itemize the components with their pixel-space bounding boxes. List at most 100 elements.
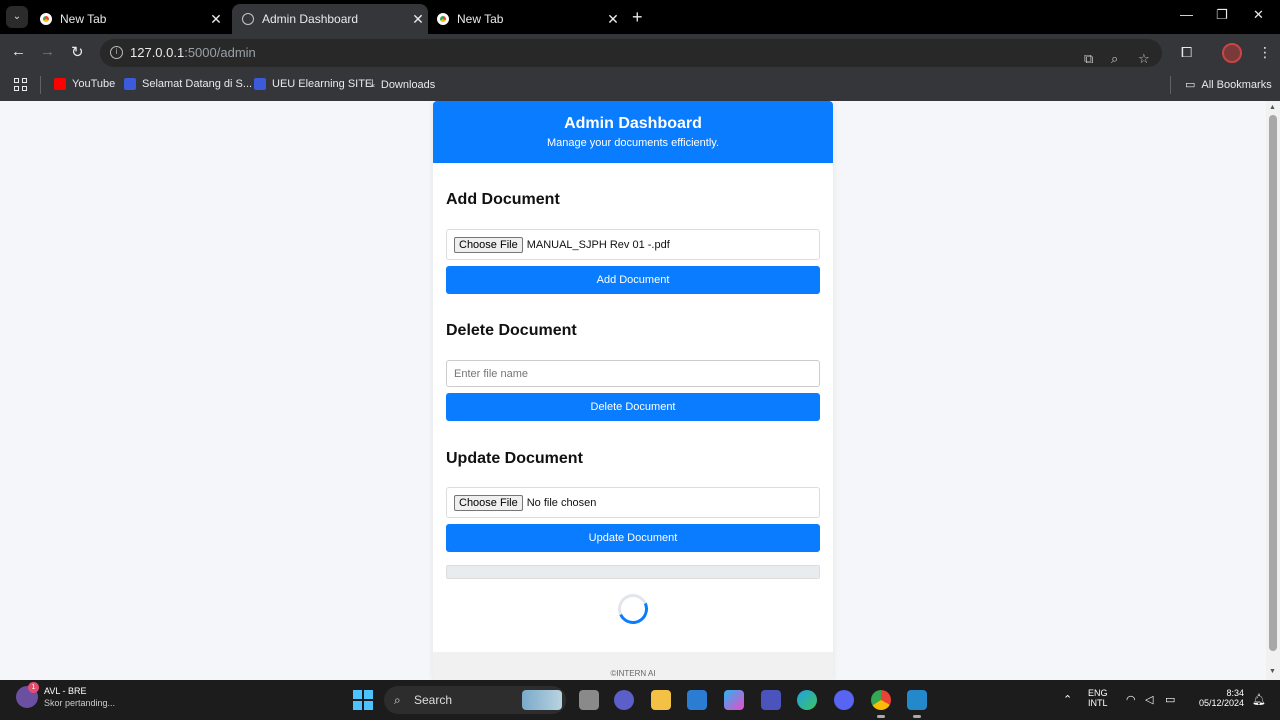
page-viewport: Admin Dashboard Manage your documents ef…: [0, 101, 1266, 680]
language-indicator[interactable]: ENG INTL: [1088, 688, 1108, 708]
store-icon[interactable]: [687, 690, 707, 710]
tab-admin-dashboard[interactable]: Admin Dashboard ✕: [232, 4, 428, 34]
widget-icon: 1: [16, 682, 39, 708]
page-scrollbar[interactable]: ▲ ▼: [1266, 101, 1280, 680]
zoom-icon[interactable]: ⌕: [1111, 45, 1118, 73]
address-bar[interactable]: i 127.0.0.1:5000/admin ⧉ ⌕ ☆: [100, 39, 1162, 67]
all-bookmarks-button[interactable]: ▭ All Bookmarks: [1185, 78, 1272, 92]
restore-icon[interactable]: ❐: [1216, 7, 1228, 23]
bookmark-label: Downloads: [380, 78, 436, 91]
translate-icon[interactable]: ⧉: [1084, 45, 1093, 73]
scrollbar-thumb[interactable]: [1269, 115, 1277, 651]
task-view-icon[interactable]: [579, 690, 599, 710]
volume-icon[interactable]: ◁: [1145, 693, 1153, 706]
time: 8:34: [1226, 688, 1244, 698]
bookmark-label: YouTube: [72, 78, 116, 90]
site-info-icon[interactable]: i: [110, 46, 123, 59]
apps-grid-icon[interactable]: [14, 78, 28, 92]
news-widget[interactable]: 1 AVL - BRE Skor pertanding...: [16, 682, 116, 708]
loading-spinner-icon: [613, 589, 653, 629]
add-document-heading: Add Document: [446, 191, 560, 208]
divider: [1170, 76, 1171, 94]
forward-icon[interactable]: →: [40, 43, 55, 60]
back-icon[interactable]: ←: [11, 43, 26, 60]
close-tab-icon[interactable]: ✕: [206, 11, 226, 28]
bookmark-star-icon[interactable]: ☆: [1138, 45, 1150, 73]
tab-title: New Tab: [457, 12, 504, 26]
add-document-button[interactable]: Add Document: [446, 266, 820, 294]
download-icon: ⤓: [370, 78, 375, 90]
clock[interactable]: 8:34 05/12/2024: [1190, 688, 1244, 708]
close-tab-icon[interactable]: ✕: [408, 11, 428, 28]
delete-document-section: Delete Document Delete Document: [446, 322, 820, 421]
wifi-icon[interactable]: ◠: [1126, 693, 1136, 706]
search-icon: ⌕: [394, 693, 401, 707]
add-choose-file-button[interactable]: Choose File: [454, 236, 523, 253]
update-selected-file-name: No file chosen: [526, 496, 597, 509]
tab-title: Admin Dashboard: [262, 12, 359, 26]
bookmark-selamat-datang[interactable]: Selamat Datang di S...: [124, 78, 252, 90]
bookmark-label: Selamat Datang di S...: [142, 78, 253, 90]
minimize-icon[interactable]: —: [1180, 7, 1193, 22]
show-hidden-icons-icon[interactable]: ⌃: [1063, 693, 1072, 706]
copilot-icon[interactable]: [724, 690, 744, 710]
globe-icon: [242, 13, 254, 25]
notification-bell-icon[interactable]: 🔔︎: [1252, 693, 1266, 706]
update-choose-file-button[interactable]: Choose File: [454, 494, 523, 511]
extensions-icon[interactable]: ⧠: [1181, 44, 1192, 61]
bookmark-downloads[interactable]: ⤓ Downloads: [370, 78, 435, 91]
search-label: Search: [414, 693, 453, 707]
tab-new-tab-2[interactable]: New Tab ✕: [427, 4, 623, 34]
update-document-button[interactable]: Update Document: [446, 524, 820, 552]
discord-icon[interactable]: [834, 690, 854, 710]
bookmark-ueu-elearning[interactable]: UEU Elearning SITE: [254, 78, 372, 90]
notification-badge: 1: [28, 682, 39, 693]
chrome-icon: [40, 13, 52, 25]
add-document-section: Add Document Choose File MANUAL_SJPH Rev…: [446, 191, 820, 294]
youtube-icon: [54, 78, 66, 90]
windows-taskbar: 1 AVL - BRE Skor pertanding... ⌕ Search …: [0, 680, 1280, 720]
url-host: 127.0.0.1: [130, 45, 185, 60]
chrome-taskbar-icon[interactable]: [871, 690, 891, 718]
file-explorer-icon[interactable]: [651, 690, 671, 710]
new-tab-button[interactable]: +: [632, 7, 643, 28]
add-selected-file-name: MANUAL_SJPH Rev 01 -.pdf: [526, 238, 670, 251]
date: 05/12/2024: [1198, 698, 1244, 708]
scroll-down-icon[interactable]: ▼: [1269, 668, 1276, 675]
teams-chat-icon[interactable]: [614, 690, 634, 710]
reload-icon[interactable]: ↻: [71, 43, 84, 61]
tab-search-button[interactable]: ⌄: [6, 6, 28, 28]
edge-icon[interactable]: [797, 690, 817, 710]
close-window-icon[interactable]: ✕: [1253, 7, 1264, 23]
search-highlight-image: [522, 690, 562, 710]
tab-new-tab-1[interactable]: New Tab ✕: [30, 4, 226, 34]
delete-document-button[interactable]: Delete Document: [446, 393, 820, 421]
all-bookmarks-label: All Bookmarks: [1201, 78, 1272, 91]
delete-document-heading: Delete Document: [446, 322, 577, 339]
dashboard-card: Admin Dashboard Manage your documents ef…: [433, 101, 833, 680]
add-file-input[interactable]: Choose File MANUAL_SJPH Rev 01 -.pdf: [446, 229, 820, 260]
close-tab-icon[interactable]: ✕: [603, 11, 623, 28]
page-title: Admin Dashboard: [564, 115, 702, 132]
scroll-up-icon[interactable]: ▲: [1269, 104, 1276, 111]
bookmark-youtube[interactable]: YouTube: [54, 78, 115, 90]
browser-toolbar: ← → ↻ i 127.0.0.1:5000/admin ⧉ ⌕ ☆ ⧠ ⋮: [0, 34, 1280, 72]
teams-icon[interactable]: [761, 690, 781, 710]
divider: [40, 76, 41, 94]
update-file-input[interactable]: Choose File No file chosen: [446, 487, 820, 518]
bookmarks-bar: YouTube Selamat Datang di S... UEU Elear…: [0, 72, 1280, 101]
language-code: ENG: [1088, 688, 1108, 698]
menu-icon[interactable]: ⋮: [1258, 44, 1272, 61]
widget-title: AVL - BRE: [44, 686, 87, 696]
vscode-icon[interactable]: [907, 690, 927, 718]
battery-icon[interactable]: ▭: [1165, 693, 1175, 706]
site-icon: [124, 78, 136, 90]
keyboard-layout: INTL: [1088, 698, 1108, 708]
tab-strip: ⌄ New Tab ✕ Admin Dashboard ✕ New Tab ✕ …: [0, 0, 1280, 34]
start-button-icon[interactable]: [353, 690, 373, 710]
delete-file-name-input[interactable]: [446, 360, 820, 387]
chrome-icon: [437, 13, 449, 25]
taskbar-search[interactable]: ⌕ Search: [384, 686, 566, 714]
profile-avatar[interactable]: [1222, 43, 1242, 63]
widget-subtitle: Skor pertanding...: [44, 698, 116, 708]
